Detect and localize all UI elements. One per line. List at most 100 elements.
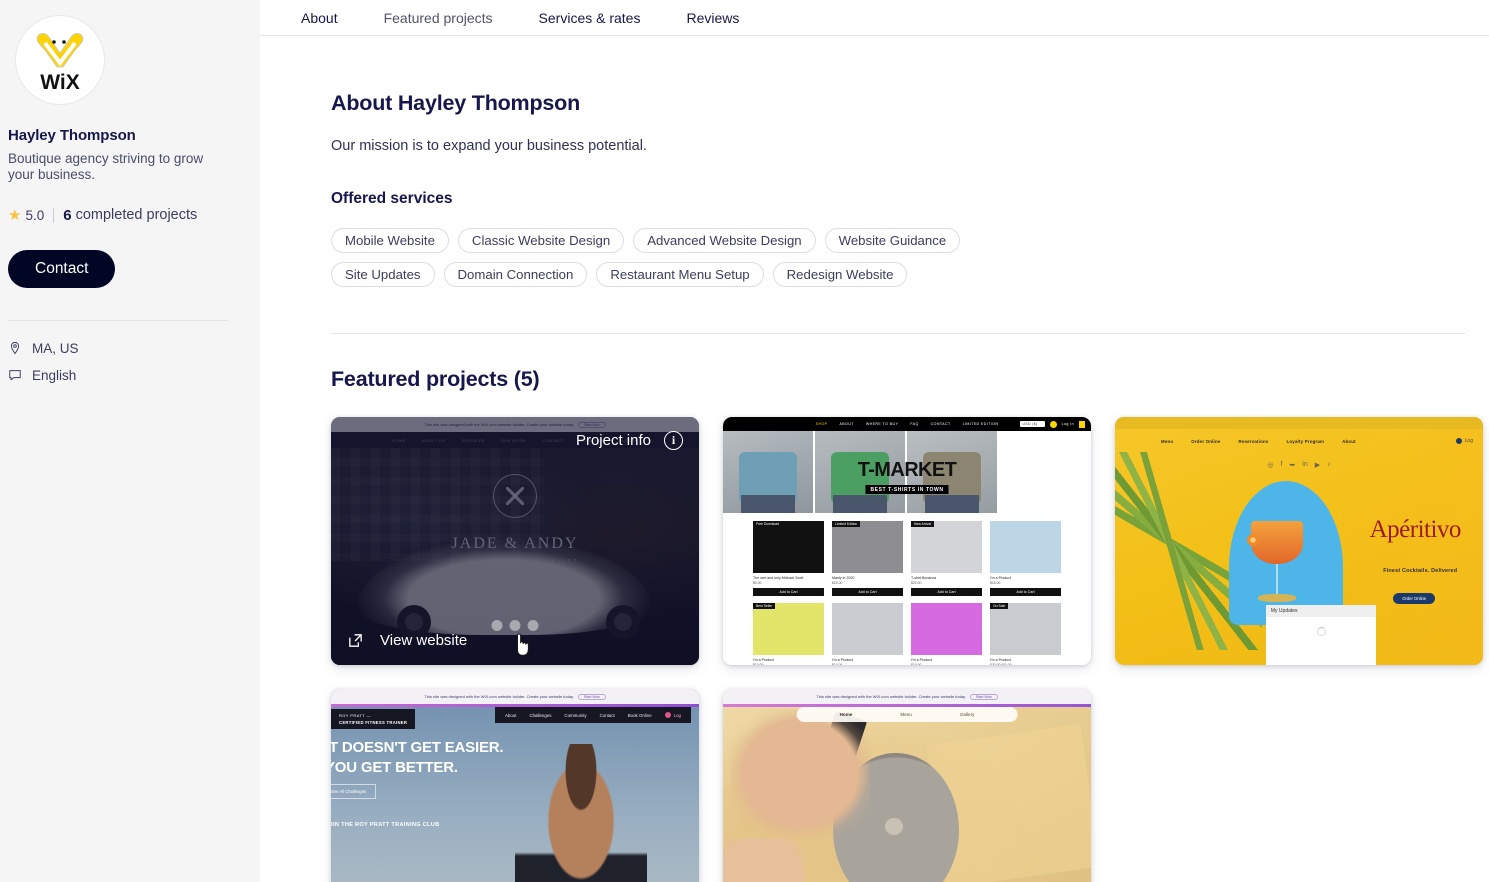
wix-banner-cta: Start Now: [969, 693, 998, 700]
site-subtitle: BEST T-SHIRTS IN TOWN: [865, 485, 949, 494]
location-pin-icon: [10, 342, 20, 355]
site-nav-item: Order Online: [1191, 439, 1221, 444]
site-nav-item: Challenges: [529, 712, 552, 718]
wix-banner-text: This site was designed with the WiX.com …: [816, 694, 966, 699]
login-label: Log: [1464, 438, 1473, 444]
service-chip[interactable]: Domain Connection: [443, 262, 588, 287]
featured-projects-grid: This site was designed with the WiX.com …: [331, 417, 1483, 882]
featured-projects-heading: Featured projects (5): [331, 367, 540, 391]
product-card: I'm a Product $15.00 Add to Cart: [990, 521, 1061, 596]
site-nav: Menu Order Online Reservations Loyalty P…: [1161, 439, 1356, 444]
location-label: MA, US: [32, 340, 79, 356]
service-chip[interactable]: Mobile Website: [331, 228, 449, 253]
product-name: I'm a Product: [753, 658, 775, 662]
site-nav-item: FAQ: [910, 422, 919, 426]
site-login: Log: [1455, 438, 1473, 444]
tab-services-rates[interactable]: Services & rates: [516, 0, 664, 36]
social-dot-twitter[interactable]: [509, 620, 521, 631]
site-logo-line-2: CERTIFIED FITNESS TRAINER: [339, 720, 408, 725]
view-website-label: View website: [380, 632, 468, 649]
my-updates-title: My Updates: [1265, 605, 1377, 618]
product-name: I'm a Product: [990, 658, 1012, 662]
project-card-t-market[interactable]: SHOP ABOUT WHERE TO BUY FAQ CONTACT LIMI…: [723, 417, 1091, 665]
profile-sidebar: WiX Hayley Thompson Boutique agency stri…: [0, 0, 260, 882]
site-tagline: Finest Cocktails. Delivered: [1383, 568, 1458, 575]
site-nav-item: ABOUT: [839, 422, 854, 426]
about-heading: About Hayley Thompson: [331, 91, 581, 115]
contact-button[interactable]: Contact: [8, 249, 116, 288]
my-updates-panel: My Updates: [1265, 605, 1377, 665]
add-to-cart-button: Add to Cart: [753, 588, 824, 596]
project-card-pasta-restaurant[interactable]: This site was designed with the WiX.com …: [723, 689, 1091, 882]
product-tag: Free Download: [753, 521, 782, 527]
wix-banner-cta: Start Now: [577, 693, 606, 700]
star-icon: ★: [8, 206, 22, 224]
info-icon[interactable]: i: [664, 431, 683, 450]
hand-image: [730, 708, 871, 838]
social-dot-instagram[interactable]: [527, 620, 539, 631]
service-chip[interactable]: Advanced Website Design: [633, 228, 816, 253]
product-tag: Best Seller: [753, 603, 776, 609]
service-chip[interactable]: Site Updates: [331, 262, 435, 287]
project-info-button[interactable]: Project info i: [576, 431, 683, 450]
site-nav-item: Loyalty Program: [1286, 439, 1325, 444]
currency-select: USD ($): [1019, 421, 1045, 427]
project-card-roy-pratt-fitness[interactable]: This site was designed with the WiX.com …: [331, 689, 699, 882]
product-price: $15.00: [990, 581, 1001, 585]
site-nav-right: USD ($) Log In: [1019, 420, 1085, 428]
product-card: I'm a Product $10.00: [832, 603, 903, 665]
project-card-jade-and-andy[interactable]: This site was designed with the WiX.com …: [331, 417, 699, 665]
product-name: T-shirt Bonanza: [911, 576, 937, 580]
athlete-photo: [515, 743, 648, 882]
account-icon: [1455, 438, 1462, 444]
product-tag: On Sale: [990, 603, 1009, 609]
wix-logo-icon: WiX: [36, 33, 84, 94]
project-thumbnail: This site was designed with the WiX.com …: [723, 689, 1091, 882]
svg-text:WiX: WiX: [40, 71, 79, 94]
main-content: About Featured projects Services & rates…: [260, 0, 1489, 882]
site-nav-item: About: [504, 712, 517, 718]
language-label: English: [32, 367, 77, 383]
project-card-aperitivo[interactable]: Menu Order Online Reservations Loyalty P…: [1115, 417, 1483, 665]
tab-reviews[interactable]: Reviews: [663, 0, 762, 36]
service-chip[interactable]: Website Guidance: [824, 228, 961, 253]
add-to-cart-button: Add to Cart: [911, 588, 982, 596]
account-icon: [664, 712, 671, 718]
product-price: $20.00 $11.00: [990, 663, 1012, 665]
site-nav-item: CONTACT: [930, 422, 951, 426]
tab-featured-projects[interactable]: Featured projects: [361, 0, 516, 36]
service-chip[interactable]: Redesign Website: [772, 262, 908, 287]
login-label: Log In: [1061, 422, 1074, 426]
site-nav-item: Reservations: [1238, 439, 1269, 444]
tab-about[interactable]: About: [278, 0, 361, 36]
site-nav-item: Community: [564, 712, 587, 718]
login-label: Log: [673, 712, 681, 718]
services-chip-list: Mobile Website Classic Website Design Ad…: [331, 228, 1031, 287]
service-chip[interactable]: Classic Website Design: [457, 228, 625, 253]
completed-label: completed projects: [75, 207, 198, 224]
site-topbar: [1115, 417, 1483, 429]
product-price: $10.00: [832, 663, 843, 665]
product-name: The one and only Michael Scott: [753, 576, 804, 580]
order-online-button: Order Online: [1393, 593, 1436, 605]
service-chip[interactable]: Restaurant Menu Setup: [596, 262, 764, 287]
tiktok-icon: ♪: [1327, 461, 1331, 468]
see-all-challenges-button: See All Challenges: [331, 784, 377, 799]
cart-icon: [1079, 420, 1085, 428]
site-nav-item: WHERE TO BUY: [865, 422, 899, 426]
product-price: $0.00: [753, 581, 762, 585]
social-dot-facebook[interactable]: [491, 620, 503, 631]
hero-section: T-MARKET BEST T-SHIRTS IN TOWN: [723, 431, 1091, 513]
site-nav-item: Contact: [599, 712, 615, 718]
hero-headline-2: YOU GET BETTER.: [331, 759, 458, 776]
project-info-label: Project info: [575, 432, 651, 449]
site-nav-item: SHOP: [815, 422, 828, 426]
product-price: $20.00: [911, 581, 922, 585]
product-name: I'm a Product: [832, 658, 854, 662]
view-website-link[interactable]: View website: [347, 632, 467, 649]
product-tag: New Arrival: [911, 521, 935, 527]
twitter-icon: ➥: [1289, 462, 1296, 469]
hero-headline-1: IT DOESN'T GET EASIER.: [331, 739, 504, 756]
speech-bubble-icon: [9, 370, 21, 381]
cocktail-glass-image: [1251, 521, 1303, 610]
